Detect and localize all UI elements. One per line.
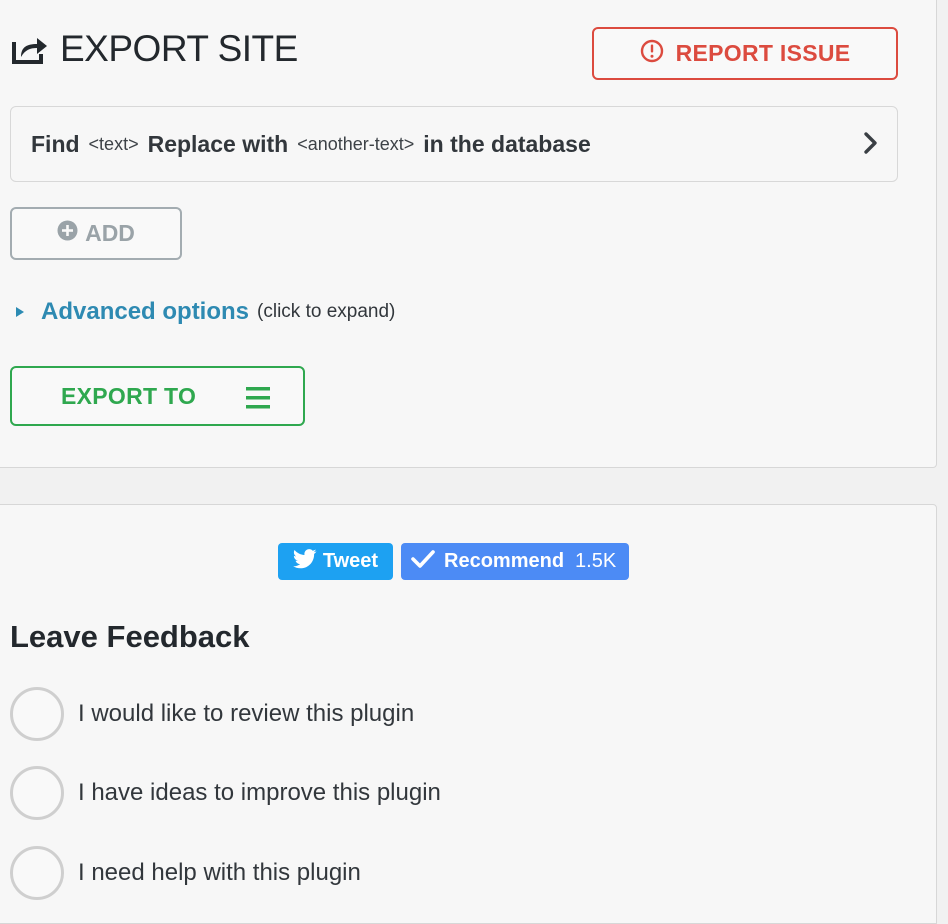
chevron-right-icon — [863, 131, 879, 161]
tweet-label: Tweet — [322, 550, 379, 572]
add-label: ADD — [85, 220, 135, 246]
radio-button[interactable] — [10, 766, 64, 820]
plus-circle-icon — [57, 220, 78, 247]
feedback-option-label: I would like to review this plugin — [78, 700, 415, 727]
database-suffix: in the database — [423, 130, 591, 157]
add-button[interactable]: ADD — [10, 207, 182, 260]
menu-icon — [246, 387, 270, 415]
twitter-bird-icon — [292, 548, 317, 575]
advanced-options-toggle[interactable]: Advanced options (click to expand) — [16, 298, 395, 326]
replace-placeholder: <another-text> — [297, 133, 415, 154]
feedback-option-help[interactable]: I need help with this plugin — [10, 846, 361, 900]
find-label: Find — [31, 130, 80, 157]
replace-label: Replace with — [147, 130, 289, 157]
recommend-button[interactable]: Recommend 1.5K — [401, 543, 629, 580]
page-title: EXPORT SITE — [10, 28, 298, 70]
feedback-option-label: I need help with this plugin — [78, 859, 361, 886]
advanced-options-hint: (click to expand) — [257, 301, 396, 322]
find-replace-row[interactable]: Find <text> Replace with <another-text> … — [10, 106, 898, 182]
feedback-option-ideas[interactable]: I have ideas to improve this plugin — [10, 766, 441, 820]
exclamation-circle-icon — [640, 39, 664, 69]
feedback-option-review[interactable]: I would like to review this plugin — [10, 687, 414, 741]
page-title-text: EXPORT SITE — [60, 28, 298, 69]
export-to-label: EXPORT TO — [61, 382, 197, 409]
radio-button[interactable] — [10, 687, 64, 741]
caret-right-icon — [16, 307, 24, 317]
report-issue-button[interactable]: REPORT ISSUE — [592, 27, 898, 80]
checkmark-icon — [411, 549, 435, 575]
tweet-button[interactable]: Tweet — [278, 543, 393, 580]
find-placeholder: <text> — [88, 133, 139, 154]
feedback-option-label: I have ideas to improve this plugin — [78, 779, 441, 806]
advanced-options-link[interactable]: Advanced options — [41, 298, 249, 326]
recommend-label: Recommend — [444, 550, 565, 572]
share-export-icon — [10, 33, 50, 65]
feedback-heading: Leave Feedback — [10, 619, 250, 654]
recommend-count: 1.5K — [575, 550, 617, 572]
export-to-button[interactable]: EXPORT TO — [10, 366, 305, 426]
report-issue-label: REPORT ISSUE — [675, 40, 851, 66]
radio-button[interactable] — [10, 846, 64, 900]
